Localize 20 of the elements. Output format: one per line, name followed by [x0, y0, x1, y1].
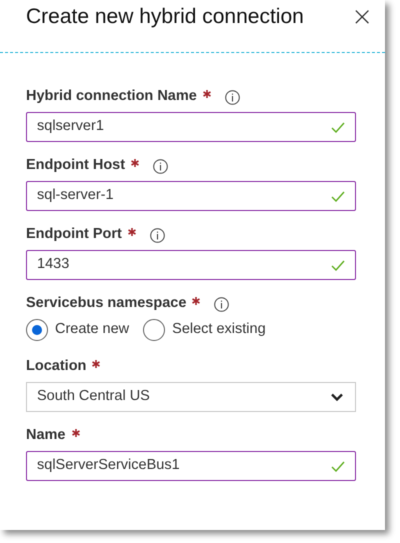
- field-label: Name: [26, 426, 66, 446]
- info-icon[interactable]: [214, 296, 230, 312]
- field-label: Servicebus namespace: [26, 294, 186, 314]
- location-dropdown[interactable]: South Central US: [26, 382, 356, 412]
- field-label: Endpoint Port: [26, 225, 122, 244]
- close-button[interactable]: ×: [351, 2, 373, 32]
- info-icon[interactable]: [153, 158, 168, 174]
- field-label: Location: [26, 357, 86, 376]
- field-label: Hybrid connection Name: [26, 87, 197, 106]
- input-field[interactable]: sqlserver1: [26, 112, 356, 142]
- input-field[interactable]: sqlServerServiceBus1: [26, 451, 356, 481]
- chevron-down-icon: [331, 393, 343, 401]
- input-field[interactable]: sql-server-1: [26, 181, 356, 211]
- input-field[interactable]: 1433: [26, 250, 356, 280]
- radio-option[interactable]: Select existing: [143, 319, 266, 341]
- info-icon[interactable]: [224, 90, 240, 104]
- info-icon[interactable]: [150, 228, 165, 242]
- radio-option[interactable]: Create new: [26, 319, 130, 341]
- field-label: Endpoint Host: [26, 156, 126, 176]
- panel-title: Create new hybrid connection: [26, 4, 304, 30]
